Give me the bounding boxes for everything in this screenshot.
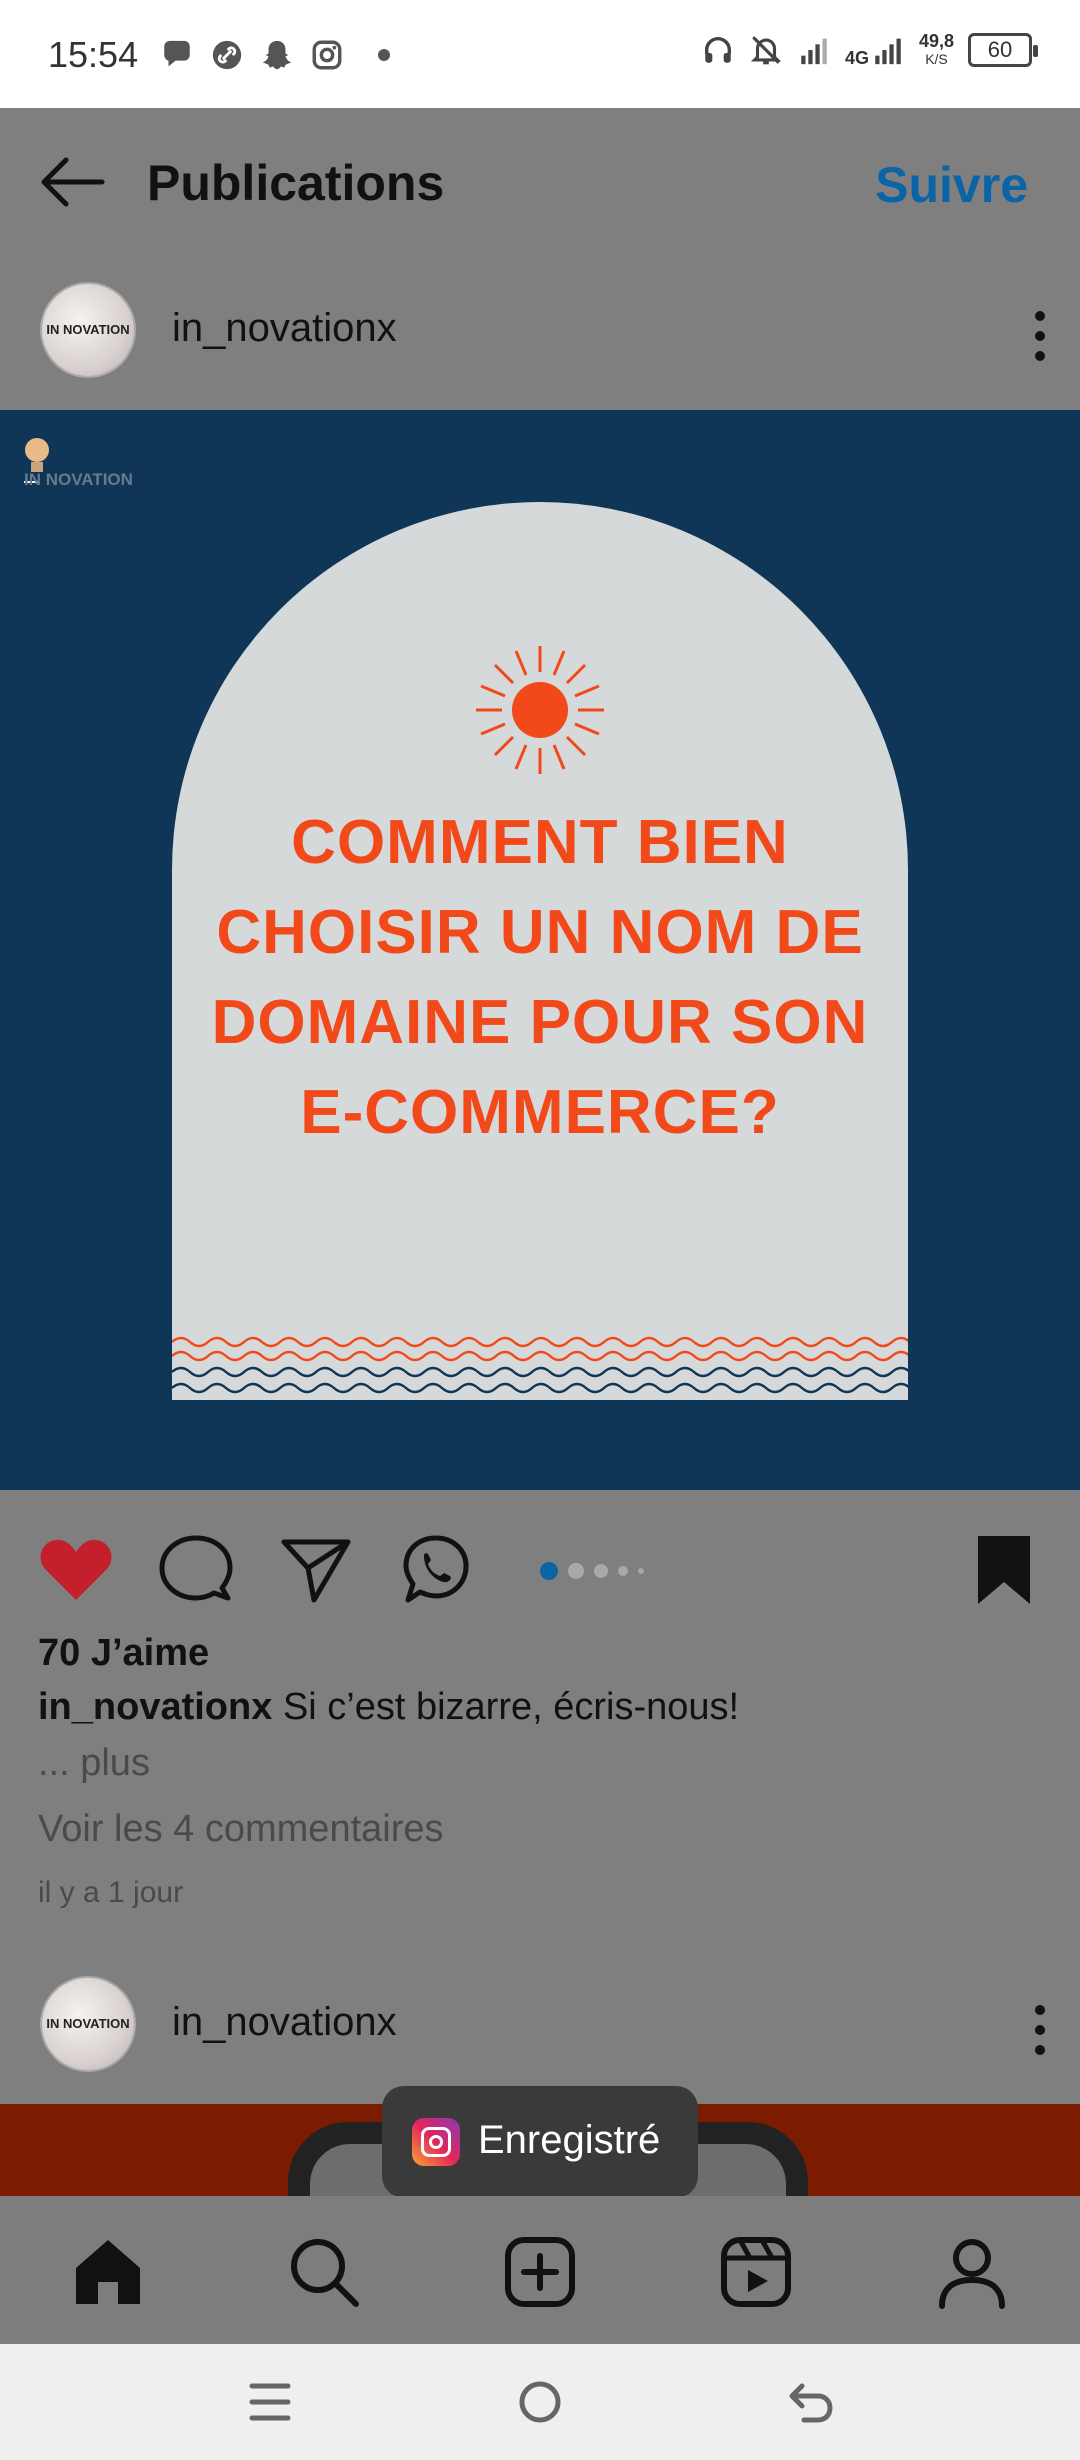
post-timestamp: il y a 1 jour xyxy=(38,1876,184,1909)
post-header: IN NOVATION in_novationx xyxy=(0,250,1080,410)
post-logo: IN NOVATION xyxy=(20,434,133,491)
post-actions xyxy=(0,1490,1080,1630)
caption-username[interactable]: in_novationx xyxy=(38,1686,272,1728)
snapchat-icon xyxy=(262,40,292,70)
carousel-dot xyxy=(594,1564,608,1578)
network-type: 4G xyxy=(844,48,869,68)
post-image[interactable]: IN NOVATION COMMENT BIEN CHOISIR UN NOM … xyxy=(0,410,1080,1490)
signal-4g-icon: 4G xyxy=(845,33,905,67)
caption-text: Si c’est bizarre, écris-nous! xyxy=(282,1686,740,1728)
bell-off-icon xyxy=(750,36,782,65)
search-icon[interactable] xyxy=(286,2234,362,2310)
share-icon[interactable] xyxy=(276,1530,356,1610)
carousel-dot-active xyxy=(540,1562,558,1580)
notification-dot xyxy=(378,49,390,61)
more-options-icon[interactable] xyxy=(1030,2000,1050,2060)
avatar[interactable]: IN NOVATION xyxy=(40,282,136,378)
home-circle-icon[interactable] xyxy=(514,2376,566,2428)
bottom-nav xyxy=(0,2196,1080,2344)
toast-text: Enregistré xyxy=(478,2118,661,2162)
follow-button[interactable]: Suivre xyxy=(875,156,1028,214)
post-image-title: COMMENT BIEN CHOISIR UN NOM DE DOMAINE P… xyxy=(211,808,869,1147)
app-header: Publications Suivre xyxy=(0,108,1080,250)
system-nav-bar xyxy=(0,2344,1080,2460)
carousel-dot xyxy=(568,1563,584,1579)
next-post-header: IN NOVATION in_novationx xyxy=(0,1944,1080,2104)
avatar-text: IN NOVATION xyxy=(46,2016,130,2031)
carousel-dot xyxy=(638,1568,644,1574)
whatsapp-icon[interactable] xyxy=(396,1530,476,1610)
instagram-icon xyxy=(312,40,342,70)
post-logo-text: IN NOVATION xyxy=(24,470,133,489)
status-time: 15:54 xyxy=(48,34,139,75)
menu-icon[interactable] xyxy=(244,2376,296,2428)
comment-icon[interactable] xyxy=(156,1530,236,1610)
heart-icon[interactable] xyxy=(36,1530,116,1610)
post-username[interactable]: in_novationx xyxy=(172,306,397,351)
page-title: Publications xyxy=(147,155,445,211)
back-icon[interactable] xyxy=(784,2376,836,2428)
bookmark-icon[interactable] xyxy=(964,1530,1044,1610)
next-post-username[interactable]: in_novationx xyxy=(172,2000,397,2045)
instagram-logo-icon xyxy=(412,2118,460,2166)
carousel-indicator xyxy=(540,1562,644,1580)
arch-shape: COMMENT BIEN CHOISIR UN NOM DE DOMAINE P… xyxy=(172,502,908,1400)
status-bar: 15:54 4G 49,8 K/S 60 xyxy=(0,0,1080,108)
profile-icon[interactable] xyxy=(934,2234,1010,2310)
likes-count[interactable]: 70 J’aime xyxy=(38,1632,209,1675)
create-icon[interactable] xyxy=(502,2234,578,2310)
caption: in_novationx Si c’est bizarre, écris-nou… xyxy=(38,1686,739,1729)
messages-icon xyxy=(164,40,190,67)
battery-indicator: 60 xyxy=(968,33,1038,67)
back-arrow-icon[interactable] xyxy=(36,154,108,210)
avatar[interactable]: IN NOVATION xyxy=(40,1976,136,2072)
more-options-icon[interactable] xyxy=(1030,306,1050,366)
carousel-dot xyxy=(618,1566,628,1576)
waves-decoration xyxy=(172,1336,908,1394)
network-speed-unit: K/S xyxy=(925,51,948,67)
signal-icon xyxy=(801,38,827,65)
view-comments-link[interactable]: Voir les 4 commentaires xyxy=(38,1808,444,1851)
sun-icon xyxy=(476,646,604,774)
reels-icon[interactable] xyxy=(718,2234,794,2310)
caption-more-link[interactable]: ... plus xyxy=(38,1742,150,1785)
home-icon[interactable] xyxy=(70,2234,146,2310)
saved-toast: Enregistré xyxy=(382,2086,698,2198)
headphones-icon xyxy=(704,37,731,63)
network-speed: 49,8 K/S xyxy=(919,32,954,68)
avatar-text: IN NOVATION xyxy=(46,322,130,337)
link-icon xyxy=(212,40,242,70)
network-speed-value: 49,8 xyxy=(918,31,954,51)
